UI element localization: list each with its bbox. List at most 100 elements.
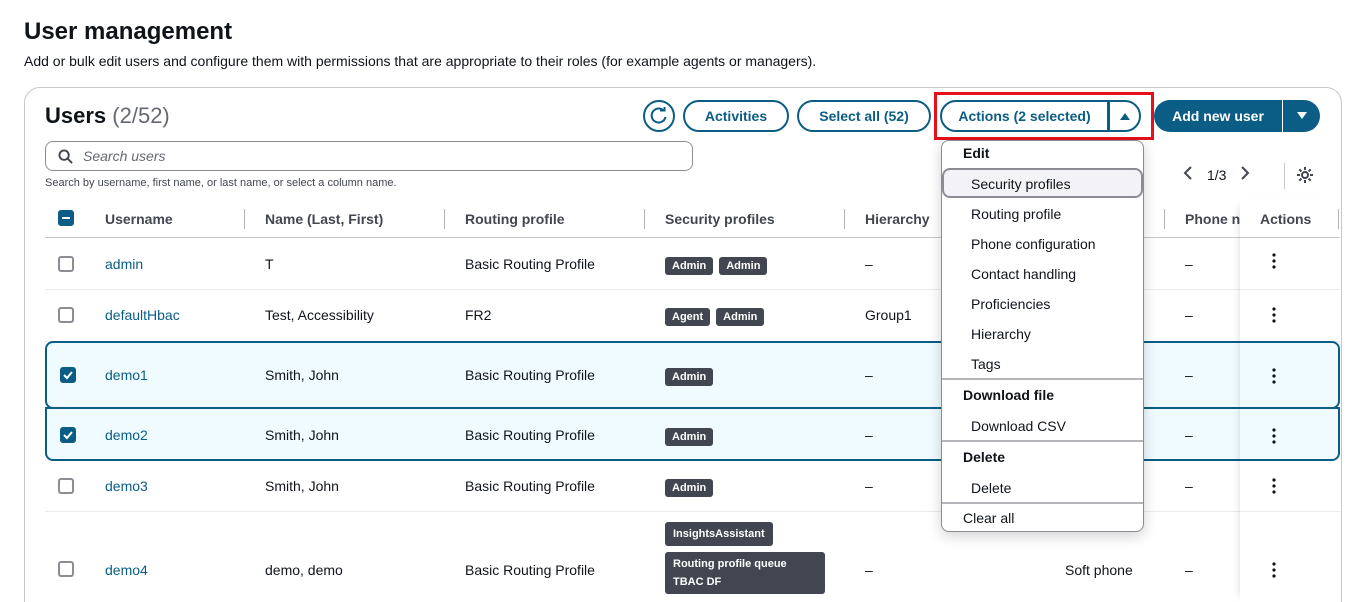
user-name: Smith, John	[265, 367, 339, 383]
menu-item-delete[interactable]: Delete	[971, 480, 1011, 496]
security-badge: InsightsAssistant	[665, 522, 773, 546]
minus-icon	[62, 217, 70, 219]
row-checkbox[interactable]	[58, 561, 74, 577]
column-username[interactable]: Username	[105, 211, 173, 227]
routing-profile: Basic Routing Profile	[465, 427, 595, 443]
routing-profile: Basic Routing Profile	[465, 256, 595, 272]
column-actions: Actions	[1260, 211, 1312, 227]
row-checkbox[interactable]	[60, 427, 76, 443]
add-new-user-dropdown-toggle[interactable]	[1283, 100, 1320, 132]
table-row: demo4 demo, demo Basic Routing Profile I…	[45, 512, 1340, 602]
table-settings-button[interactable]	[1296, 166, 1314, 189]
activities-button[interactable]: Activities	[683, 100, 789, 132]
row-checkbox[interactable]	[58, 478, 74, 494]
column-hierarchy[interactable]: Hierarchy	[865, 211, 930, 227]
phone-number: –	[1185, 256, 1193, 272]
row-actions-button[interactable]	[1271, 367, 1277, 390]
security-profiles: InsightsAssistant Routing profile queue …	[665, 522, 825, 600]
security-profiles: Admin	[665, 367, 719, 386]
column-divider[interactable]	[1164, 209, 1165, 229]
next-page-button[interactable]	[1240, 164, 1250, 185]
security-profiles: Agent Admin	[665, 307, 770, 326]
kebab-icon	[1272, 307, 1276, 323]
username-link[interactable]: demo3	[105, 478, 148, 494]
select-all-button[interactable]: Select all (52)	[797, 100, 931, 132]
prev-page-button[interactable]	[1183, 164, 1193, 185]
hierarchy: Group1	[865, 307, 912, 323]
menu-item-routing-profile[interactable]: Routing profile	[971, 206, 1061, 222]
row-checkbox[interactable]	[58, 307, 74, 323]
username-link[interactable]: demo1	[105, 367, 148, 383]
menu-item-proficiencies[interactable]: Proficiencies	[971, 296, 1050, 312]
column-divider[interactable]	[1338, 209, 1339, 229]
refresh-button[interactable]	[643, 100, 675, 132]
phone-type: Soft phone	[1065, 562, 1133, 578]
column-phone[interactable]: Phone n	[1185, 211, 1240, 227]
hierarchy: –	[865, 256, 873, 272]
kebab-icon	[1272, 368, 1276, 384]
username-link[interactable]: demo4	[105, 562, 148, 578]
phone-number: –	[1185, 427, 1193, 443]
page-indicator: 1/3	[1207, 166, 1227, 183]
column-divider[interactable]	[244, 209, 245, 229]
phone-number: –	[1185, 367, 1193, 383]
routing-profile: Basic Routing Profile	[465, 367, 595, 383]
user-name: T	[265, 256, 274, 272]
security-badge: Admin	[716, 308, 765, 326]
select-all-checkbox[interactable]	[58, 210, 74, 226]
menu-group-delete: Delete	[963, 449, 1006, 465]
actions-dropdown-toggle[interactable]	[1108, 100, 1141, 132]
chevron-left-icon	[1183, 166, 1192, 180]
column-routing-profile[interactable]: Routing profile	[465, 211, 565, 227]
search-icon	[58, 148, 73, 164]
row-actions-button[interactable]	[1271, 561, 1277, 584]
caret-up-icon	[1119, 113, 1130, 120]
menu-item-contact-handling[interactable]: Contact handling	[971, 266, 1076, 282]
users-title: Users (2/52)	[45, 103, 170, 129]
page-description: Add or bulk edit users and configure the…	[24, 53, 817, 69]
row-checkbox[interactable]	[60, 367, 76, 383]
search-box	[45, 141, 693, 171]
username-link[interactable]: admin	[105, 256, 143, 272]
actions-button[interactable]: Actions (2 selected)	[940, 100, 1109, 132]
menu-item-security-profiles[interactable]: Security profiles	[971, 176, 1071, 192]
row-actions-button[interactable]	[1271, 252, 1277, 275]
row-actions-button[interactable]	[1271, 427, 1277, 450]
caret-down-icon	[1296, 112, 1307, 119]
column-divider[interactable]	[644, 209, 645, 229]
table-row-selected: demo2 Smith, John Basic Routing Profile …	[45, 407, 1340, 461]
row-actions-button[interactable]	[1271, 477, 1277, 500]
menu-item-hierarchy[interactable]: Hierarchy	[971, 326, 1031, 342]
menu-item-clear-all[interactable]: Clear all	[963, 510, 1014, 526]
hierarchy: –	[865, 562, 873, 578]
row-checkbox[interactable]	[58, 256, 74, 272]
username-link[interactable]: defaultHbac	[105, 307, 180, 323]
menu-group-edit: Edit	[963, 145, 990, 161]
menu-item-download-csv[interactable]: Download CSV	[971, 418, 1066, 434]
column-divider[interactable]	[844, 209, 845, 229]
phone-number: –	[1185, 478, 1193, 494]
search-input[interactable]	[83, 148, 643, 164]
routing-profile: FR2	[465, 307, 492, 323]
users-title-label: Users	[45, 103, 107, 128]
routing-profile: Basic Routing Profile	[465, 478, 595, 494]
column-divider[interactable]	[444, 209, 445, 229]
security-profiles: Admin Admin	[665, 256, 773, 275]
hierarchy: –	[865, 367, 873, 383]
user-name: Smith, John	[265, 478, 339, 494]
add-new-user-button[interactable]: Add new user	[1154, 100, 1282, 132]
row-actions-button[interactable]	[1271, 306, 1277, 329]
refresh-icon	[650, 107, 667, 124]
column-security-profiles[interactable]: Security profiles	[665, 211, 775, 227]
column-name[interactable]: Name (Last, First)	[265, 211, 383, 227]
username-link[interactable]: demo2	[105, 427, 148, 443]
gear-icon	[1297, 167, 1313, 183]
security-profiles: Admin	[665, 478, 719, 497]
page-title: User management	[24, 18, 233, 45]
menu-item-phone-configuration[interactable]: Phone configuration	[971, 236, 1096, 252]
kebab-icon	[1272, 253, 1276, 269]
pagination: 1/3	[1183, 164, 1250, 185]
menu-item-tags[interactable]: Tags	[971, 356, 1001, 372]
kebab-icon	[1272, 428, 1276, 444]
security-badge: Admin	[665, 368, 714, 386]
